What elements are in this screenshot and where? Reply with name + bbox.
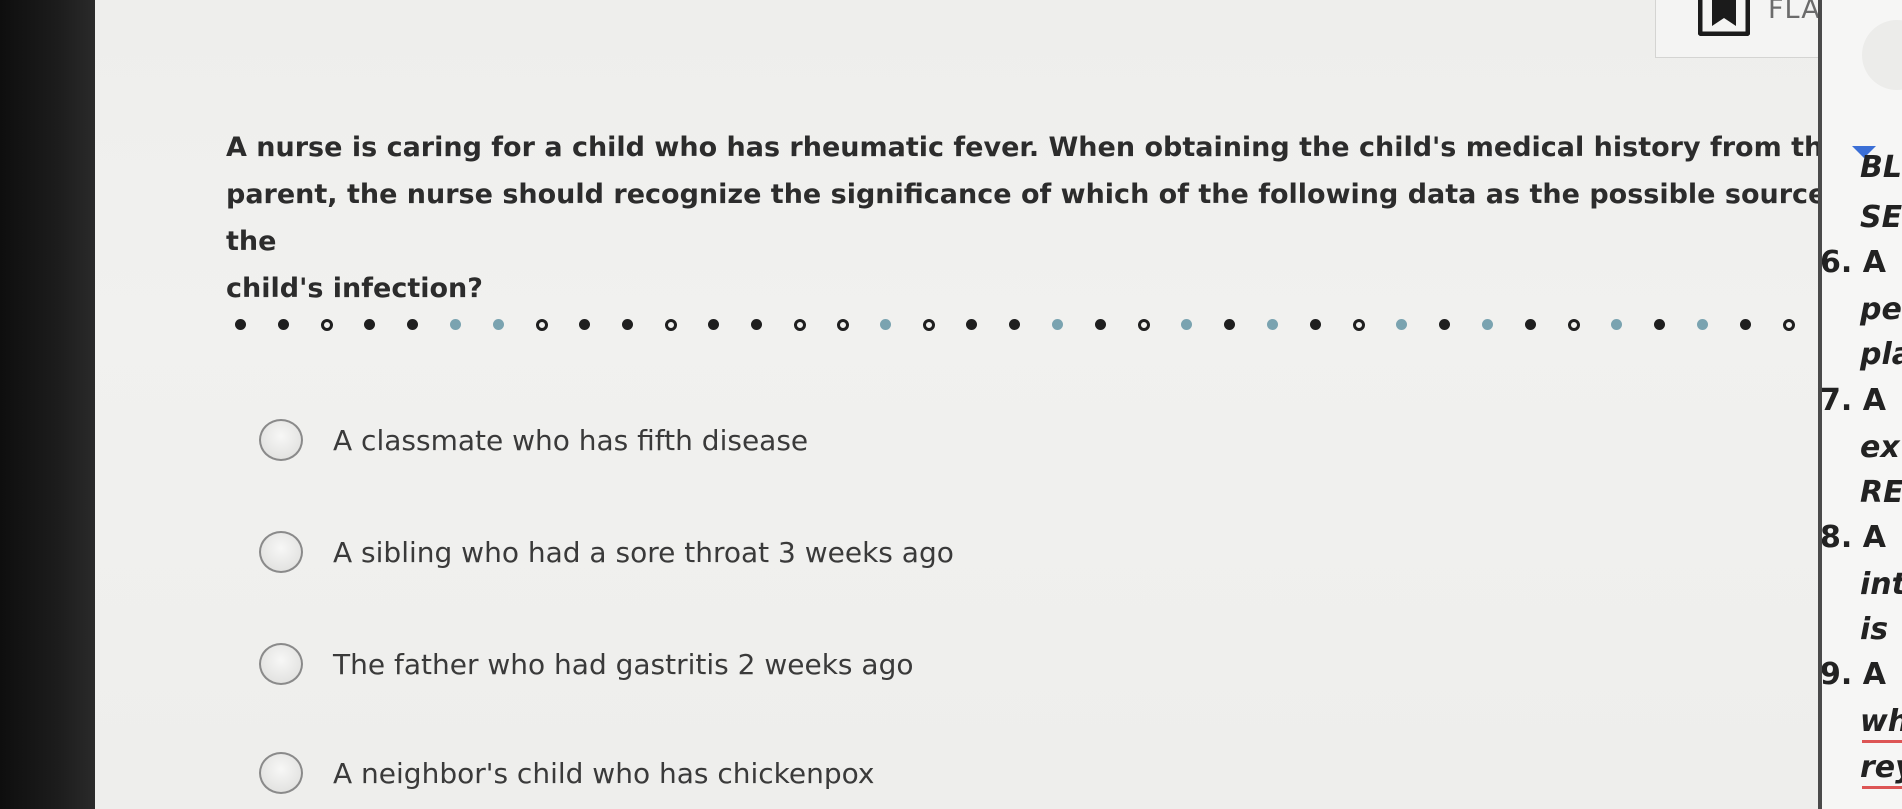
progress-dot-34[interactable]: [1654, 319, 1665, 330]
progress-dot-35[interactable]: [1697, 319, 1708, 330]
option-d[interactable]: A neighbor's child who has chickenpox: [259, 745, 1159, 801]
progress-dot-22[interactable]: [1138, 319, 1150, 331]
option-label: A neighbor's child who has chickenpox: [333, 756, 875, 790]
spellcheck-underline: [1862, 740, 1902, 743]
side-line: rey: [1860, 750, 1902, 785]
side-line: pe: [1860, 292, 1902, 327]
progress-dot-7[interactable]: [493, 319, 504, 330]
radio-circle-icon[interactable]: [259, 531, 303, 573]
progress-dot-11[interactable]: [665, 319, 677, 331]
question-line-2: parent, the nurse should recognize the s…: [226, 179, 1867, 257]
radio-circle-icon[interactable]: [259, 752, 303, 794]
progress-dot-15[interactable]: [837, 319, 849, 331]
side-line: ex: [1860, 430, 1900, 465]
progress-dot-3[interactable]: [321, 319, 333, 331]
progress-dot-23[interactable]: [1181, 319, 1192, 330]
question-line-3: child's infection?: [226, 273, 483, 304]
side-line: pla: [1860, 337, 1902, 372]
side-line: 6. A: [1822, 245, 1886, 280]
option-a[interactable]: A classmate who has fifth disease: [259, 412, 1159, 468]
radio-circle-icon[interactable]: [259, 419, 303, 461]
side-line: 9. A: [1822, 657, 1886, 692]
progress-dot-6[interactable]: [450, 319, 461, 330]
progress-dot-8[interactable]: [536, 319, 548, 331]
option-label: A sibling who had a sore throat 3 weeks …: [333, 535, 954, 569]
progress-dot-1[interactable]: [235, 319, 246, 330]
progress-dot-4[interactable]: [364, 319, 375, 330]
question-stem: A nurse is caring for a child who has rh…: [226, 124, 1886, 312]
progress-dot-33[interactable]: [1611, 319, 1622, 330]
question-line-1: A nurse is caring for a child who has rh…: [226, 132, 1842, 163]
progress-dot-36[interactable]: [1740, 319, 1751, 330]
option-c[interactable]: The father who had gastritis 2 weeks ago: [259, 636, 1159, 692]
progress-dot-12[interactable]: [708, 319, 719, 330]
side-line: SE: [1860, 200, 1902, 235]
progress-dot-13[interactable]: [751, 319, 762, 330]
bookmark-flag-icon: [1698, 0, 1750, 36]
option-label: The father who had gastritis 2 weeks ago: [333, 647, 914, 681]
progress-dot-37[interactable]: [1783, 319, 1795, 331]
exam-screen: FLAG A nurse is caring for a child who h…: [95, 0, 1882, 809]
progress-dot-24[interactable]: [1224, 319, 1235, 330]
side-line: RE: [1860, 475, 1902, 510]
side-line: BL: [1860, 150, 1902, 185]
side-panel: BL SE 6. A pe pla 7. A ex RE 8. A int is…: [1822, 0, 1902, 809]
radio-circle-icon[interactable]: [259, 643, 303, 685]
side-line: 7. A: [1822, 383, 1886, 418]
progress-dot-16[interactable]: [880, 319, 891, 330]
spellcheck-underline: [1862, 786, 1902, 789]
option-b[interactable]: A sibling who had a sore throat 3 weeks …: [259, 524, 1159, 580]
progress-dot-10[interactable]: [622, 319, 633, 330]
side-line: is: [1860, 612, 1889, 647]
option-label: A classmate who has fifth disease: [333, 423, 809, 457]
progress-dot-29[interactable]: [1439, 319, 1450, 330]
progress-dot-28[interactable]: [1396, 319, 1407, 330]
progress-dot-32[interactable]: [1568, 319, 1580, 331]
progress-dot-31[interactable]: [1525, 319, 1536, 330]
device-bezel-left: [0, 0, 95, 809]
progress-dots: [235, 315, 1895, 335]
progress-dot-18[interactable]: [966, 319, 977, 330]
progress-dot-26[interactable]: [1310, 319, 1321, 330]
progress-dot-21[interactable]: [1095, 319, 1106, 330]
progress-dot-19[interactable]: [1009, 319, 1020, 330]
progress-dot-25[interactable]: [1267, 319, 1278, 330]
progress-dot-17[interactable]: [923, 319, 935, 331]
progress-dot-9[interactable]: [579, 319, 590, 330]
side-panel-shape: [1862, 20, 1902, 90]
progress-dot-5[interactable]: [407, 319, 418, 330]
side-line: int: [1860, 567, 1902, 602]
progress-dot-2[interactable]: [278, 319, 289, 330]
progress-dot-14[interactable]: [794, 319, 806, 331]
progress-dot-30[interactable]: [1482, 319, 1493, 330]
side-line: 8. A: [1822, 520, 1886, 555]
side-line: wh: [1860, 704, 1902, 739]
progress-dot-27[interactable]: [1353, 319, 1365, 331]
progress-dot-20[interactable]: [1052, 319, 1063, 330]
